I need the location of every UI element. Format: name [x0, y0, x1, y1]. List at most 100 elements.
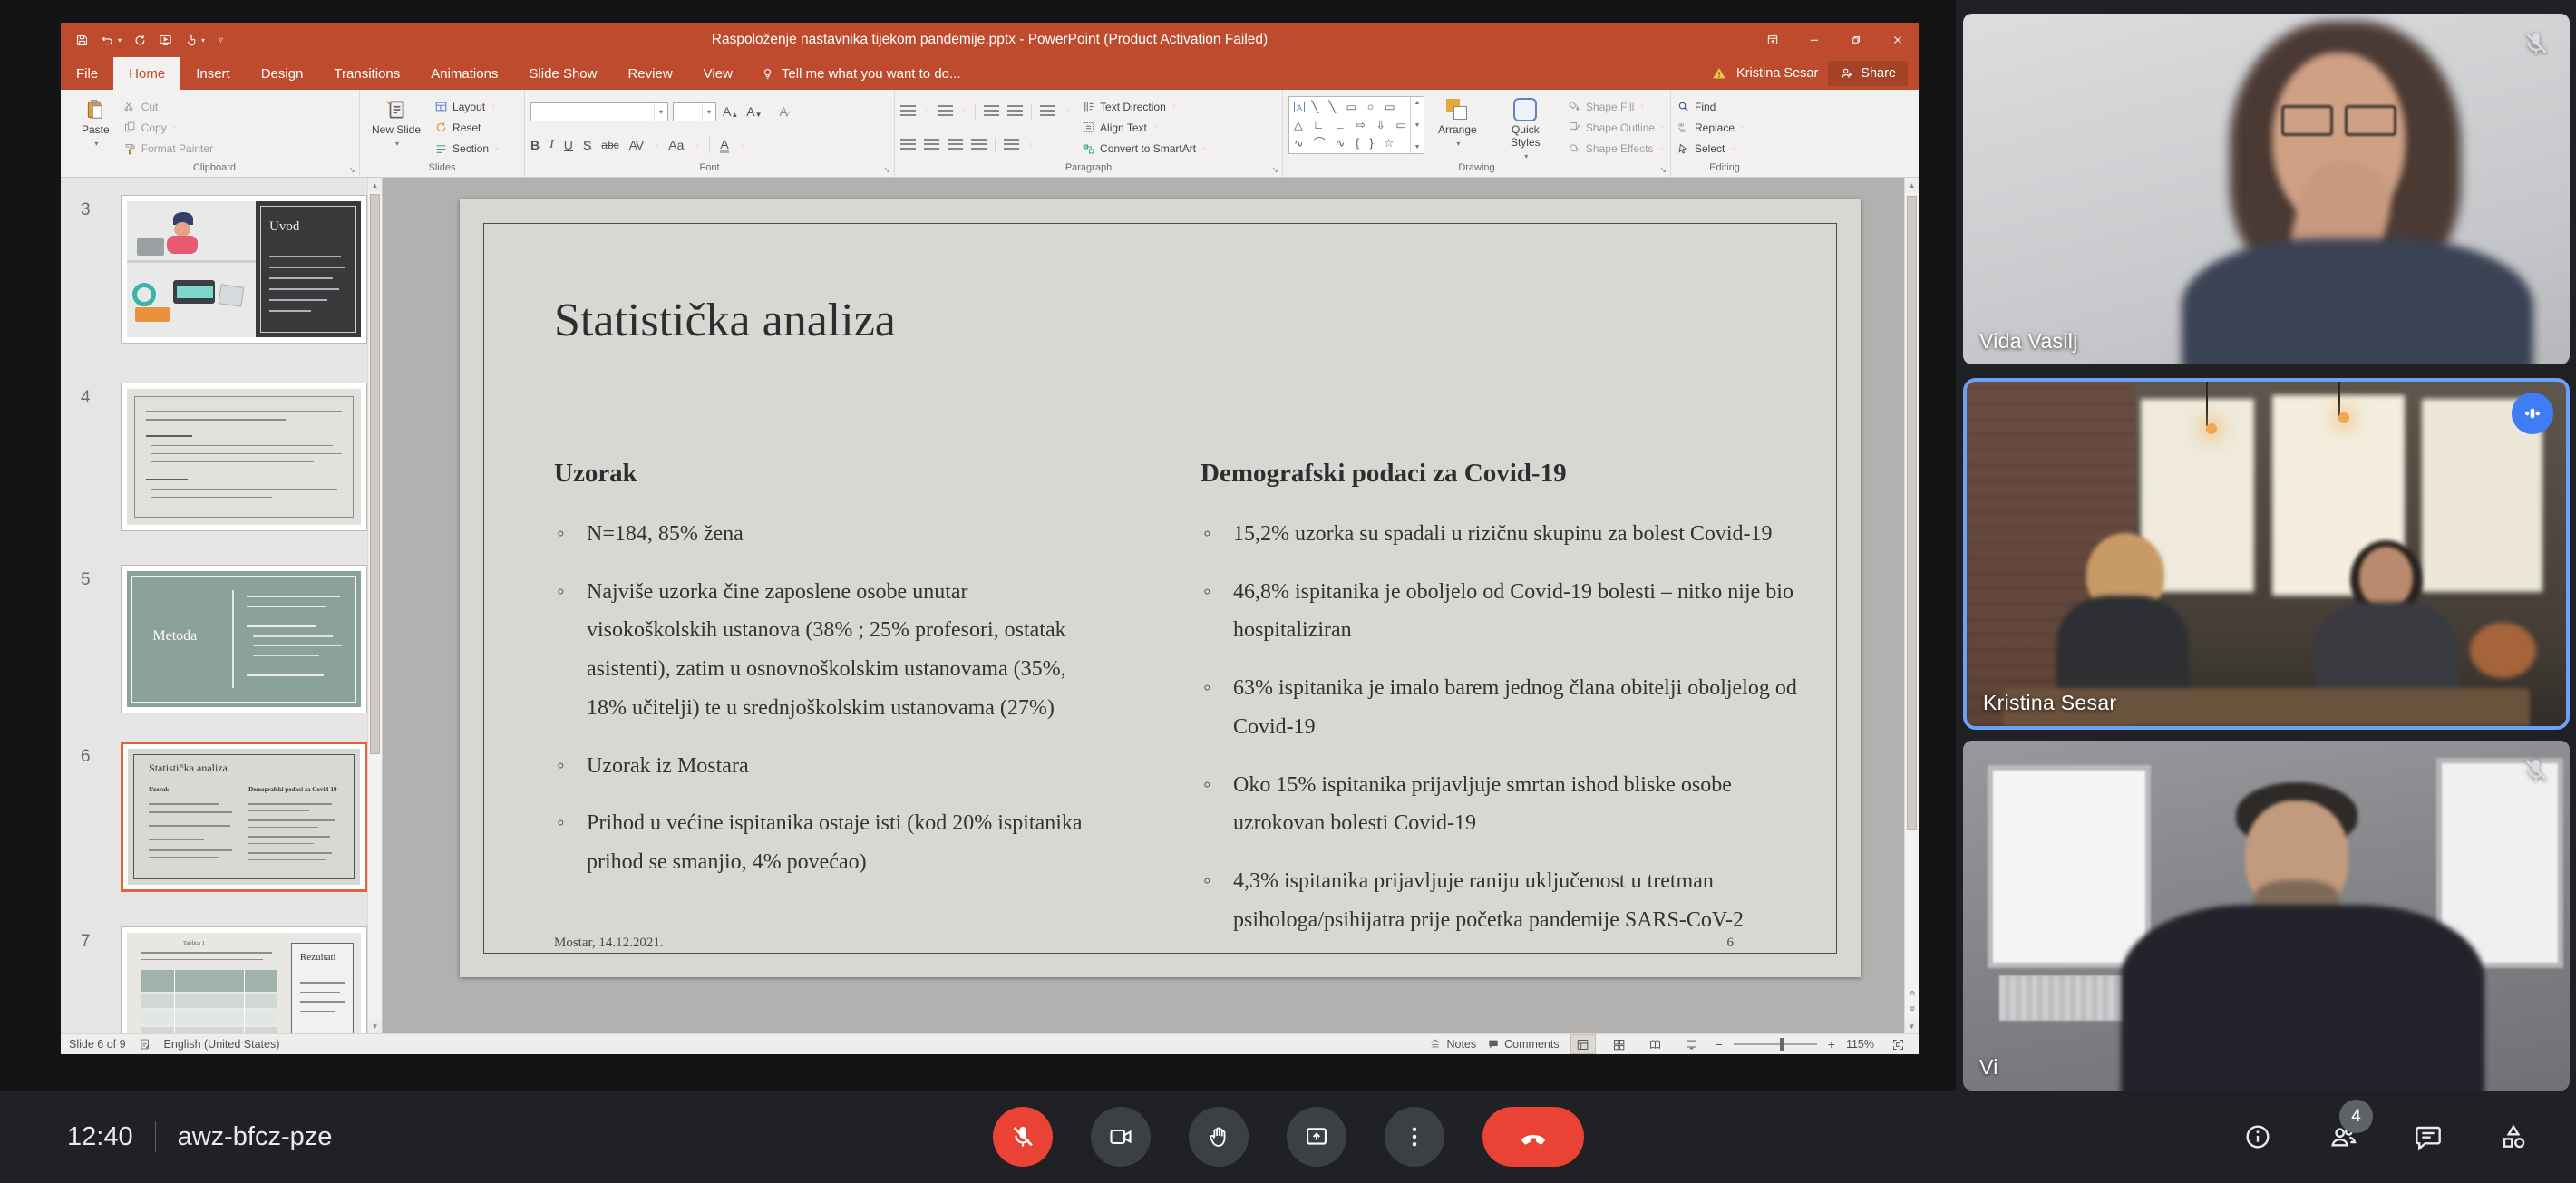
- slide-thumbnail-3[interactable]: Uvod: [121, 195, 367, 344]
- activities-button[interactable]: [2498, 1121, 2529, 1152]
- shape-effects-button[interactable]: Shape Effects▾: [1568, 140, 1665, 159]
- start-slideshow-icon[interactable]: [159, 34, 172, 47]
- participant-tile-kristina-sesar[interactable]: Kristina Sesar: [1963, 378, 2570, 730]
- shape-fill-button[interactable]: Shape Fill▾: [1568, 97, 1665, 116]
- tab-slide-show[interactable]: Slide Show: [513, 57, 612, 90]
- justify-button[interactable]: [971, 139, 987, 150]
- slide-thumbnail-7[interactable]: Tablica 1 Rezultati: [121, 926, 367, 1033]
- participants-button[interactable]: 4: [2328, 1121, 2358, 1152]
- shapes-gallery[interactable]: A ╲ ╲ ▭ ○ ▭ △ ∟ ∟ ⇨ ⇩ ▭ ∿ ⌒ ∿ { } ☆ ▲▼▼: [1288, 96, 1424, 154]
- zoom-level[interactable]: 115%: [1846, 1038, 1874, 1051]
- scroll-down-arrow[interactable]: ▼: [368, 1019, 382, 1033]
- arrange-button[interactable]: Arrange▾: [1432, 94, 1483, 161]
- scroll-up-arrow[interactable]: ▲: [368, 178, 382, 192]
- tab-design[interactable]: Design: [246, 57, 319, 90]
- slideshow-view-button[interactable]: [1679, 1034, 1705, 1054]
- zoom-out-button[interactable]: −: [1716, 1037, 1723, 1052]
- format-painter-button[interactable]: Format Painter: [123, 140, 213, 159]
- share-button[interactable]: Share: [1828, 61, 1908, 86]
- align-right-button[interactable]: [948, 139, 963, 150]
- raise-hand-button[interactable]: [1189, 1107, 1249, 1167]
- more-options-button[interactable]: [1385, 1107, 1444, 1167]
- text-direction-button[interactable]: Text Direction▾: [1082, 97, 1206, 116]
- tell-me-box[interactable]: Tell me what you want to do...: [748, 57, 974, 90]
- increase-indent-button[interactable]: [1007, 105, 1023, 117]
- customize-qat-icon[interactable]: ▿: [217, 35, 223, 45]
- canvas-scrollbar[interactable]: ▲ ▼: [1904, 178, 1919, 1033]
- slide-thumbnail-4[interactable]: [121, 383, 367, 531]
- columns-button[interactable]: [1004, 139, 1019, 150]
- font-size-combobox[interactable]: ▾: [673, 102, 716, 121]
- convert-to-smartart-button[interactable]: Convert to SmartArt▾: [1082, 140, 1206, 159]
- tab-file[interactable]: File: [61, 57, 113, 90]
- align-text-button[interactable]: Align Text▾: [1082, 118, 1206, 137]
- slide-thumbnail-6-selected[interactable]: Statistička analiza Uzorak Demografski p…: [121, 742, 367, 892]
- character-spacing-button[interactable]: AV: [629, 138, 644, 152]
- quick-styles-button[interactable]: Quick Styles▾: [1491, 94, 1560, 161]
- change-case-button[interactable]: Aa: [668, 138, 684, 152]
- bold-button[interactable]: B: [530, 138, 540, 152]
- numbering-button[interactable]: [938, 105, 953, 117]
- next-slide-button[interactable]: [1905, 1001, 1919, 1017]
- section-button[interactable]: Section▾: [434, 140, 499, 159]
- camera-toggle-button[interactable]: [1091, 1107, 1151, 1167]
- thumbnail-scrollbar[interactable]: ▲ ▼: [367, 178, 382, 1033]
- current-slide[interactable]: Statistička analiza Uzorak N=184, 85% že…: [460, 199, 1861, 977]
- zoom-slider-thumb[interactable]: [1780, 1038, 1784, 1051]
- save-icon[interactable]: [75, 34, 89, 47]
- tab-animations[interactable]: Animations: [415, 57, 513, 90]
- copy-button[interactable]: Copy▾: [123, 118, 213, 137]
- strikethrough-button[interactable]: abc: [601, 139, 618, 151]
- align-left-button[interactable]: [900, 139, 916, 150]
- tab-transitions[interactable]: Transitions: [318, 57, 415, 90]
- text-shadow-button[interactable]: S: [583, 138, 591, 152]
- notes-button[interactable]: Notes: [1429, 1035, 1476, 1054]
- font-color-button[interactable]: A: [720, 138, 728, 153]
- previous-slide-button[interactable]: [1905, 984, 1919, 1001]
- font-dialog-launcher[interactable]: ↘: [883, 166, 890, 174]
- paste-button[interactable]: Paste▾: [75, 94, 116, 161]
- new-slide-button[interactable]: New Slide▾: [365, 94, 427, 161]
- restore-button[interactable]: [1835, 23, 1877, 57]
- language-indicator[interactable]: English (United States): [164, 1038, 280, 1051]
- bullets-button[interactable]: [900, 105, 916, 117]
- replace-button[interactable]: abac Replace▾: [1677, 118, 1745, 137]
- paragraph-dialog-launcher[interactable]: ↘: [1271, 166, 1278, 174]
- zoom-in-button[interactable]: +: [1828, 1037, 1835, 1052]
- fit-slide-to-window-button[interactable]: [1885, 1034, 1910, 1054]
- increase-font-size-button[interactable]: A▲: [721, 104, 740, 119]
- shapes-gallery-scrollbar[interactable]: ▲▼▼: [1410, 97, 1424, 153]
- reset-button[interactable]: Reset: [434, 118, 499, 137]
- reading-view-button[interactable]: [1643, 1034, 1668, 1054]
- slide-thumbnail-5[interactable]: Metoda: [121, 565, 367, 713]
- layout-button[interactable]: Layout▾: [434, 97, 499, 116]
- tab-insert[interactable]: Insert: [180, 57, 246, 90]
- touch-mode-icon[interactable]: ▾: [184, 34, 205, 47]
- decrease-font-size-button[interactable]: A▼: [744, 104, 763, 119]
- select-button[interactable]: Select▾: [1677, 140, 1745, 159]
- ribbon-display-options-button[interactable]: [1752, 23, 1793, 57]
- tab-view[interactable]: View: [688, 57, 748, 90]
- italic-button[interactable]: I: [549, 138, 554, 152]
- tab-review[interactable]: Review: [612, 57, 687, 90]
- participant-tile-vida-vasilj[interactable]: Vida Vasilj: [1963, 14, 2570, 364]
- align-center-button[interactable]: [924, 139, 939, 150]
- redo-icon[interactable]: [133, 34, 147, 47]
- clipboard-dialog-launcher[interactable]: ↘: [348, 166, 355, 174]
- undo-icon[interactable]: ▾: [101, 34, 122, 47]
- tab-home[interactable]: Home: [113, 57, 180, 90]
- participant-tile-third[interactable]: Vi: [1963, 741, 2570, 1091]
- find-button[interactable]: Find: [1677, 97, 1745, 116]
- slide-sorter-view-button[interactable]: [1607, 1034, 1632, 1054]
- comments-button[interactable]: Comments: [1487, 1035, 1559, 1054]
- close-button[interactable]: [1877, 23, 1919, 57]
- scrollbar-thumb[interactable]: [370, 194, 380, 754]
- drawing-dialog-launcher[interactable]: ↘: [1659, 166, 1667, 174]
- line-spacing-button[interactable]: [1040, 105, 1055, 117]
- canvas-scrollbar-thumb[interactable]: [1907, 196, 1917, 830]
- font-name-combobox[interactable]: ▾: [530, 102, 668, 121]
- canvas-scroll-down-arrow[interactable]: ▼: [1905, 1019, 1919, 1033]
- mic-toggle-button[interactable]: [993, 1107, 1053, 1167]
- cut-button[interactable]: Cut: [123, 97, 213, 116]
- meeting-details-button[interactable]: [2242, 1121, 2273, 1152]
